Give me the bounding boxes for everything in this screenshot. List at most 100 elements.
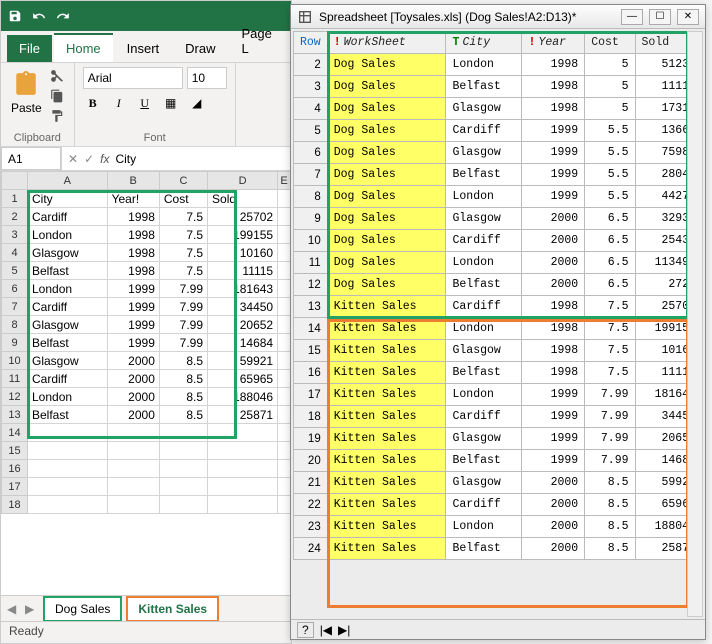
cell[interactable]	[278, 460, 291, 478]
cell[interactable]: 25871	[208, 406, 278, 424]
cell[interactable]	[208, 496, 278, 514]
row-header[interactable]: 8	[2, 316, 28, 334]
nav-last-icon[interactable]: ▶|	[338, 623, 350, 637]
cell[interactable]	[28, 460, 108, 478]
col-cost[interactable]: Cost	[585, 32, 635, 54]
viewer-row[interactable]: 2Dog SalesLondon1998551237	[294, 54, 703, 76]
cell[interactable]: 7.99	[159, 334, 207, 352]
save-icon[interactable]	[7, 8, 23, 24]
cell[interactable]: 7.99	[159, 280, 207, 298]
cell[interactable]	[208, 442, 278, 460]
cell[interactable]: 7.5	[159, 244, 207, 262]
cell[interactable]: 199155	[208, 226, 278, 244]
row-header[interactable]: 12	[2, 388, 28, 406]
maximize-button[interactable]: ☐	[649, 9, 671, 25]
row-header[interactable]: 11	[2, 370, 28, 388]
col-row[interactable]: Row	[294, 32, 328, 54]
worksheet-grid[interactable]: ABCDE1CityYear!CostSold2Cardiff19987.525…	[1, 171, 291, 514]
cell[interactable]	[278, 334, 291, 352]
cell[interactable]: 1998	[107, 244, 159, 262]
cell[interactable]: 65965	[208, 370, 278, 388]
row-header[interactable]: 1	[2, 190, 28, 208]
col-worksheet[interactable]: !WorkSheet	[327, 32, 446, 54]
cell[interactable]	[278, 496, 291, 514]
column-header[interactable]: B	[107, 172, 159, 190]
cell[interactable]: 1998	[107, 262, 159, 280]
cell[interactable]: Cost	[159, 190, 207, 208]
nav-first-icon[interactable]: |◀	[320, 623, 332, 637]
cell[interactable]	[28, 442, 108, 460]
name-box[interactable]	[1, 147, 61, 170]
cell[interactable]: Glasgow	[28, 316, 108, 334]
cell[interactable]: 11115	[208, 262, 278, 280]
cell[interactable]	[278, 370, 291, 388]
row-header[interactable]: 10	[2, 352, 28, 370]
underline-button[interactable]: U	[135, 93, 155, 113]
viewer-row[interactable]: 7Dog SalesBelfast19995.528044	[294, 164, 703, 186]
enter-icon[interactable]: ✓	[84, 152, 94, 166]
cell[interactable]	[278, 298, 291, 316]
tab-page-layout[interactable]: Page L	[230, 20, 292, 62]
cell[interactable]	[278, 262, 291, 280]
cell[interactable]	[28, 478, 108, 496]
column-header[interactable]: D	[208, 172, 278, 190]
cell[interactable]: 7.5	[159, 208, 207, 226]
cell[interactable]	[159, 460, 207, 478]
row-header[interactable]: 13	[2, 406, 28, 424]
cell[interactable]	[107, 478, 159, 496]
cell[interactable]: 188046	[208, 388, 278, 406]
cell[interactable]: 1998	[107, 226, 159, 244]
cell[interactable]: 8.5	[159, 388, 207, 406]
cell[interactable]	[278, 244, 291, 262]
row-header[interactable]: 9	[2, 334, 28, 352]
cell[interactable]: 7.5	[159, 262, 207, 280]
cell[interactable]	[107, 496, 159, 514]
cell[interactable]: London	[28, 388, 108, 406]
viewer-titlebar[interactable]: Spreadsheet [Toysales.xls] (Dog Sales!A2…	[291, 5, 705, 29]
cell[interactable]: Cardiff	[28, 298, 108, 316]
cell[interactable]	[159, 478, 207, 496]
cell[interactable]	[107, 424, 159, 442]
cell[interactable]: 10160	[208, 244, 278, 262]
cell[interactable]: Belfast	[28, 334, 108, 352]
cell[interactable]: 34450	[208, 298, 278, 316]
cell[interactable]	[278, 280, 291, 298]
cell[interactable]: Year!	[107, 190, 159, 208]
cell[interactable]	[159, 442, 207, 460]
font-name-input[interactable]	[83, 67, 183, 89]
viewer-row[interactable]: 23Kitten SalesLondon20008.5188046	[294, 516, 703, 538]
tab-file[interactable]: File	[7, 35, 52, 62]
cell[interactable]: 2000	[107, 406, 159, 424]
viewer-row[interactable]: 14Kitten SalesLondon19987.5199155	[294, 318, 703, 340]
tab-home[interactable]: Home	[54, 33, 113, 62]
redo-icon[interactable]	[55, 8, 71, 24]
viewer-row[interactable]: 9Dog SalesGlasgow20006.532937	[294, 208, 703, 230]
cell[interactable]: London	[28, 280, 108, 298]
vertical-scrollbar[interactable]	[687, 31, 703, 617]
cell[interactable]: 8.5	[159, 352, 207, 370]
fx-icon[interactable]: fx	[100, 152, 109, 166]
cell[interactable]: Glasgow	[28, 352, 108, 370]
cell[interactable]	[28, 496, 108, 514]
viewer-row[interactable]: 4Dog SalesGlasgow1998517318	[294, 98, 703, 120]
row-header[interactable]: 14	[2, 424, 28, 442]
column-header[interactable]: A	[28, 172, 108, 190]
cell[interactable]	[208, 424, 278, 442]
column-header[interactable]	[2, 172, 28, 190]
column-header[interactable]: E	[278, 172, 291, 190]
viewer-row[interactable]: 21Kitten SalesGlasgow20008.559921	[294, 472, 703, 494]
row-header[interactable]: 3	[2, 226, 28, 244]
minimize-button[interactable]: —	[621, 9, 643, 25]
row-header[interactable]: 7	[2, 298, 28, 316]
bold-button[interactable]: B	[83, 93, 103, 113]
sheet-nav-prev-icon[interactable]: ◀	[7, 602, 21, 616]
viewer-row[interactable]: 13Kitten SalesCardiff19987.525702	[294, 296, 703, 318]
column-header[interactable]: C	[159, 172, 207, 190]
cell[interactable]	[107, 442, 159, 460]
sheet-nav-next-icon[interactable]: ▶	[25, 602, 39, 616]
cell[interactable]: 8.5	[159, 406, 207, 424]
cell[interactable]	[278, 190, 291, 208]
cut-icon[interactable]	[48, 67, 66, 85]
viewer-row[interactable]: 10Dog SalesCardiff20006.525439	[294, 230, 703, 252]
cell[interactable]: 25702	[208, 208, 278, 226]
